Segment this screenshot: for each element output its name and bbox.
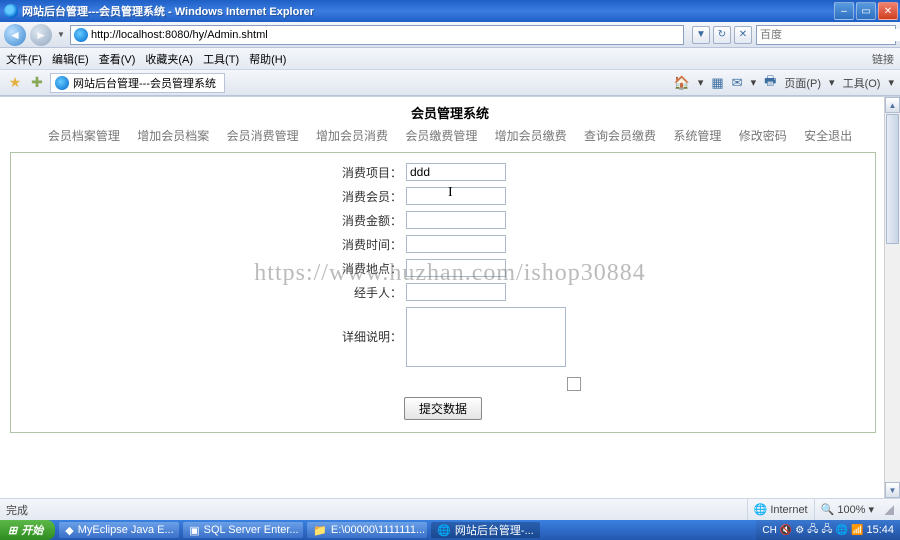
taskbar-item-myeclipse[interactable]: ◆MyEclipse Java E... bbox=[59, 522, 179, 538]
status-zoom[interactable]: 🔍100% ▾ bbox=[814, 499, 880, 520]
tray-clock[interactable]: 15:44 bbox=[866, 524, 894, 536]
nav-change-password[interactable]: 修改密码 bbox=[739, 129, 787, 143]
tab-icon bbox=[55, 76, 69, 90]
tray-gear-icon[interactable]: ⚙ bbox=[795, 525, 804, 536]
member-label: 消费会员： bbox=[11, 187, 406, 207]
nav-safe-exit[interactable]: 安全退出 bbox=[804, 129, 852, 143]
desc-textarea[interactable] bbox=[406, 307, 566, 367]
refresh-button[interactable]: ↻ bbox=[713, 26, 731, 44]
nav-members-manage[interactable]: 会员档案管理 bbox=[48, 129, 120, 143]
windows-taskbar: ⊞ 开始 ◆MyEclipse Java E... ▣SQL Server En… bbox=[0, 520, 900, 540]
menu-file[interactable]: 文件(F) bbox=[6, 51, 42, 67]
amount-input[interactable] bbox=[406, 211, 506, 229]
history-dropdown[interactable]: ▼ bbox=[56, 30, 66, 39]
browser-tab[interactable]: 网站后台管理---会员管理系统 bbox=[50, 73, 225, 93]
system-tray[interactable]: CH 🔇 ⚙ 🖧 🖧 🌐 📶 15:44 bbox=[756, 520, 900, 540]
tools-menu[interactable]: 工具(O) bbox=[843, 75, 881, 91]
globe-icon: 🌐 bbox=[754, 503, 768, 516]
nav-system[interactable]: 系统管理 bbox=[673, 129, 721, 143]
resize-handle[interactable] bbox=[567, 377, 581, 391]
magnifier-icon: 🔍 bbox=[821, 503, 835, 516]
system-nav: 会员档案管理 增加会员档案 会员消费管理 增加会员消费 会员缴费管理 增加会员缴… bbox=[0, 125, 900, 150]
ie-icon bbox=[4, 4, 18, 18]
tray-signal-icon[interactable]: 📶 bbox=[851, 525, 863, 536]
vertical-scrollbar[interactable]: ▲ ▼ bbox=[884, 97, 900, 498]
status-bar: 完成 🌐Internet 🔍100% ▾ bbox=[0, 498, 900, 520]
nav-consume-manage[interactable]: 会员消费管理 bbox=[227, 129, 299, 143]
taskbar-item-explorer[interactable]: 📁E:\00000\1111111... bbox=[307, 522, 427, 538]
nav-consume-add[interactable]: 增加会员消费 bbox=[316, 129, 388, 143]
tabbar: ★ ✚ 网站后台管理---会员管理系统 🏠▾ ▦ ✉▾ 🖶 页面(P)▾ 工具(… bbox=[0, 70, 900, 96]
minimize-button[interactable]: – bbox=[834, 2, 854, 20]
page-content: 会员管理系统 会员档案管理 增加会员档案 会员消费管理 增加会员消费 会员缴费管… bbox=[0, 96, 900, 498]
maximize-button[interactable]: ▭ bbox=[856, 2, 876, 20]
tray-net1-icon[interactable]: 🖧 bbox=[807, 522, 818, 539]
amount-label: 消费金额： bbox=[11, 211, 406, 231]
taskbar-item-ie[interactable]: 🌐网站后台管理-... bbox=[431, 522, 540, 538]
page-menu[interactable]: 页面(P) bbox=[784, 75, 821, 91]
close-button[interactable]: ✕ bbox=[878, 2, 898, 20]
nav-payment-manage[interactable]: 会员缴费管理 bbox=[405, 129, 477, 143]
system-header: 会员管理系统 bbox=[0, 97, 900, 125]
url-input[interactable] bbox=[91, 29, 683, 41]
links-label[interactable]: 链接 bbox=[872, 51, 894, 67]
resize-grip-icon[interactable] bbox=[884, 505, 894, 515]
place-label: 消费地点： bbox=[11, 259, 406, 279]
status-zone: 🌐Internet bbox=[747, 499, 814, 520]
window-title: 网站后台管理---会员管理系统 - Windows Internet Explo… bbox=[22, 3, 834, 19]
address-bar[interactable] bbox=[70, 25, 684, 45]
menu-edit[interactable]: 编辑(E) bbox=[52, 51, 89, 67]
menubar: 文件(F) 编辑(E) 查看(V) 收藏夹(A) 工具(T) 帮助(H) 链接 bbox=[0, 48, 900, 70]
print-icon[interactable]: 🖶 bbox=[764, 72, 776, 94]
forward-button[interactable]: ► bbox=[30, 24, 52, 46]
item-label: 消费项目： bbox=[11, 163, 406, 183]
tab-title: 网站后台管理---会员管理系统 bbox=[73, 75, 216, 91]
time-label: 消费时间： bbox=[11, 235, 406, 255]
scroll-up-icon[interactable]: ▲ bbox=[885, 97, 900, 113]
favorites-icon[interactable]: ★ bbox=[6, 74, 24, 92]
back-button[interactable]: ◄ bbox=[4, 24, 26, 46]
home-icon[interactable]: 🏠 bbox=[674, 75, 690, 91]
item-input[interactable] bbox=[406, 163, 506, 181]
menu-tools[interactable]: 工具(T) bbox=[203, 51, 239, 67]
tray-net2-icon[interactable]: 🖧 bbox=[821, 522, 832, 539]
window-titlebar: 网站后台管理---会员管理系统 - Windows Internet Explo… bbox=[0, 0, 900, 22]
scroll-thumb[interactable] bbox=[886, 114, 899, 244]
nav-members-add[interactable]: 增加会员档案 bbox=[137, 129, 209, 143]
navigation-bar: ◄ ► ▼ ▼ ↻ ✕ 🔍 bbox=[0, 22, 900, 48]
member-input[interactable] bbox=[406, 187, 506, 205]
desc-label: 详细说明： bbox=[11, 307, 406, 367]
nav-payment-query[interactable]: 查询会员缴费 bbox=[584, 129, 656, 143]
tray-globe-icon[interactable]: 🌐 bbox=[836, 525, 848, 536]
status-done: 完成 bbox=[6, 502, 28, 518]
site-icon bbox=[74, 28, 88, 42]
handler-label: 经手人： bbox=[11, 283, 406, 303]
menu-favorites[interactable]: 收藏夹(A) bbox=[145, 51, 193, 67]
taskbar-item-sqlserver[interactable]: ▣SQL Server Enter... bbox=[183, 522, 303, 538]
search-input[interactable] bbox=[760, 29, 900, 41]
mail-icon[interactable]: ✉ bbox=[732, 75, 743, 91]
search-box[interactable]: 🔍 bbox=[756, 25, 896, 45]
tray-vol-icon[interactable]: 🔇 bbox=[780, 525, 792, 536]
menu-view[interactable]: 查看(V) bbox=[99, 51, 136, 67]
feed-icon[interactable]: ▦ bbox=[711, 75, 723, 91]
place-input[interactable] bbox=[406, 259, 506, 277]
tray-lang-icon[interactable]: CH bbox=[762, 525, 776, 536]
stop-button[interactable]: ✕ bbox=[734, 26, 752, 44]
go-dropdown[interactable]: ▼ bbox=[692, 26, 710, 44]
scroll-down-icon[interactable]: ▼ bbox=[885, 482, 900, 498]
submit-button[interactable]: 提交数据 bbox=[404, 397, 482, 420]
add-favorite-icon[interactable]: ✚ bbox=[28, 74, 46, 92]
time-input[interactable] bbox=[406, 235, 506, 253]
menu-help[interactable]: 帮助(H) bbox=[249, 51, 286, 67]
consume-form: 消费项目： I 消费会员： 消费金额： 消费时间： 消费地点： 经手人： 详细说… bbox=[10, 152, 876, 433]
nav-payment-add[interactable]: 增加会员缴费 bbox=[495, 129, 567, 143]
handler-input[interactable] bbox=[406, 283, 506, 301]
start-button[interactable]: ⊞ 开始 bbox=[0, 520, 55, 540]
